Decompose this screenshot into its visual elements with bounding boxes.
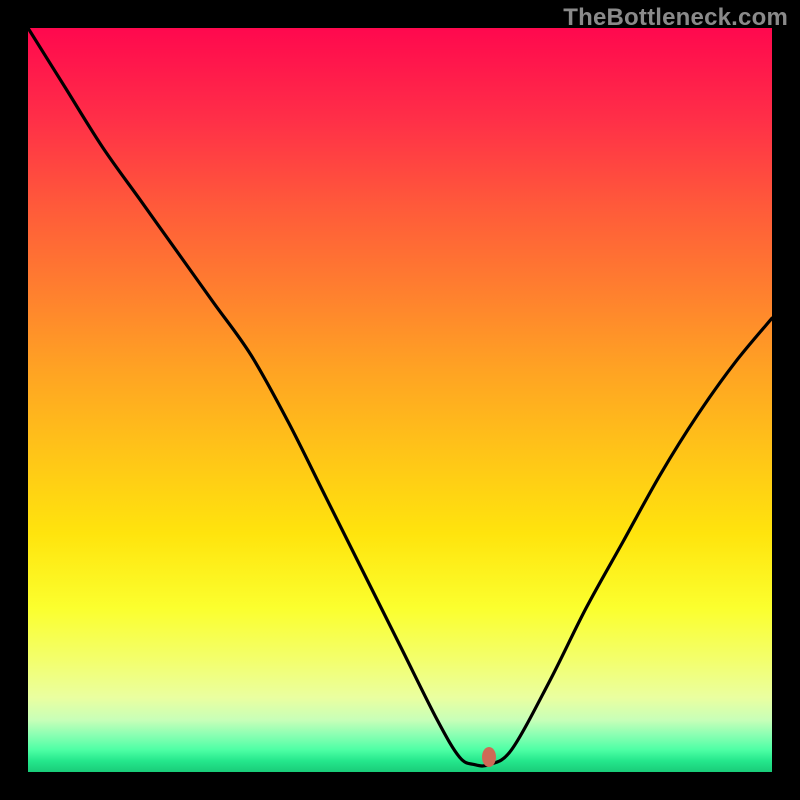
valley-marker xyxy=(482,747,496,767)
chart-frame: TheBottleneck.com xyxy=(0,0,800,800)
plot-area xyxy=(28,28,772,772)
curve-path xyxy=(28,28,772,766)
bottleneck-curve xyxy=(28,28,772,772)
watermark-text: TheBottleneck.com xyxy=(563,4,788,32)
